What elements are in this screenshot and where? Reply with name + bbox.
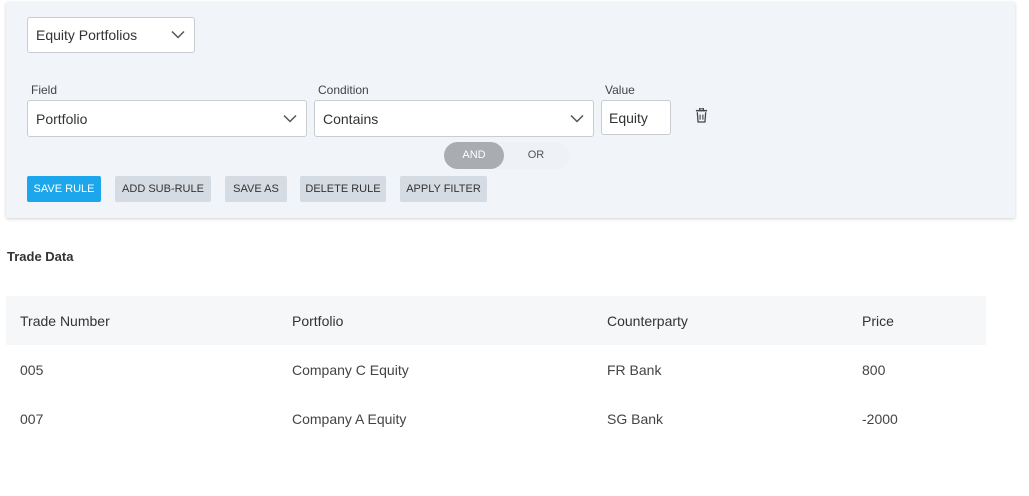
save-rule-button[interactable]: SAVE RULE — [27, 176, 101, 202]
field-label: Field — [31, 83, 58, 97]
chevron-down-icon — [283, 114, 297, 123]
and-or-toggle: AND OR — [444, 142, 569, 169]
column-header-portfolio[interactable]: Portfolio — [292, 313, 343, 329]
field-value: Portfolio — [36, 110, 88, 127]
counterparty-cell: SG Bank — [607, 410, 664, 427]
counterparty-cell: FR Bank — [607, 361, 662, 378]
apply-filter-button[interactable]: APPLY FILTER — [400, 176, 487, 202]
and-toggle-option[interactable]: AND — [444, 142, 504, 169]
portfolio-cell: Company C Equity — [292, 361, 409, 378]
table-row[interactable]: 005 Company C Equity FR Bank 800 — [6, 345, 986, 394]
table-header: Trade Number Portfolio Counterparty Pric… — [6, 296, 986, 345]
saved-filter-select[interactable]: Equity Portfolios — [27, 17, 195, 53]
column-header-counterparty[interactable]: Counterparty — [607, 313, 688, 329]
value-label: Value — [605, 83, 635, 97]
price-cell: -2000 — [862, 410, 898, 427]
add-sub-rule-button[interactable]: ADD SUB-RULE — [115, 176, 211, 202]
condition-label: Condition — [318, 83, 369, 97]
saved-filter-value: Equity Portfolios — [36, 27, 138, 43]
condition-select[interactable]: Contains — [314, 100, 594, 137]
or-toggle-option[interactable]: OR — [506, 142, 566, 169]
value-input[interactable]: Equity — [601, 100, 671, 135]
trade-number-cell: 005 — [20, 361, 44, 378]
save-as-button[interactable]: SAVE AS — [225, 176, 287, 202]
chevron-down-icon — [171, 30, 185, 39]
condition-value: Contains — [323, 110, 379, 127]
delete-rule-button[interactable]: DELETE RULE — [300, 176, 386, 202]
trade-data-title: Trade Data — [7, 249, 74, 264]
table-row[interactable]: 007 Company A Equity SG Bank -2000 — [6, 394, 986, 443]
value-input-text: Equity — [609, 109, 648, 126]
trash-icon[interactable] — [695, 108, 708, 123]
portfolio-cell: Company A Equity — [292, 410, 407, 427]
chevron-down-icon — [570, 114, 584, 123]
field-select[interactable]: Portfolio — [27, 100, 307, 137]
column-header-trade-number[interactable]: Trade Number — [20, 313, 110, 329]
price-cell: 800 — [862, 361, 886, 378]
trade-number-cell: 007 — [20, 410, 44, 427]
column-header-price[interactable]: Price — [862, 313, 894, 329]
trade-data-table: Trade Number Portfolio Counterparty Pric… — [6, 296, 986, 443]
